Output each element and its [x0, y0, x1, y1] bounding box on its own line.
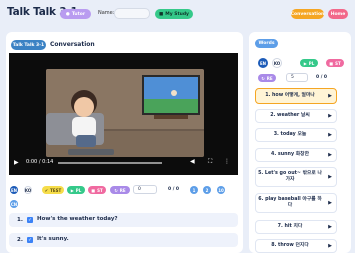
word-item[interactable]: 4. sunny 화창한 ▶	[255, 148, 337, 162]
word-item[interactable]: 5. Let's go out~ 밖으로 나가자 ▶	[255, 167, 337, 187]
conversation-button[interactable]: Conversation	[291, 9, 324, 19]
words-tag: Words	[255, 39, 278, 48]
sentence-text: How's the weather today?	[37, 216, 118, 222]
video-time: 0:00 / 0:14	[26, 159, 54, 165]
words-re-button[interactable]: ↻ RE	[258, 74, 276, 82]
lesson-tag: Talk Talk 3-1	[11, 40, 46, 50]
words-pl-label: PL	[308, 60, 315, 66]
word-text: 5. Let's go out~ 밖으로 나가자	[258, 171, 322, 182]
words-st-button[interactable]: ■ ST	[326, 59, 344, 67]
word-item[interactable]: 1. how 어떻게, 얼마나 ▶	[255, 88, 337, 104]
video-frame	[46, 69, 204, 157]
play-icon-small: ▶	[70, 187, 74, 193]
name-label: Name:	[98, 10, 115, 16]
stop-icon: ■	[329, 60, 334, 66]
pl-label: PL	[75, 187, 82, 193]
word-item[interactable]: 2. weather 날씨 ▶	[255, 109, 337, 123]
video-progress[interactable]	[58, 162, 162, 164]
word-text: 7. hit 치다	[277, 224, 303, 229]
test-button[interactable]: ✔ TEST	[42, 186, 64, 194]
step-10-button[interactable]: 10	[217, 186, 225, 194]
repeat-count-input[interactable]: 0	[133, 185, 157, 194]
word-text: 4. sunny 화창한	[271, 152, 309, 157]
ko-toggle[interactable]: KO	[24, 186, 32, 194]
video-scene-image	[46, 69, 204, 157]
home-button[interactable]: Home	[328, 9, 348, 19]
words-repeat-input[interactable]: 5	[286, 73, 308, 82]
play-icon[interactable]: ▶	[324, 174, 336, 180]
re-label: RE	[119, 187, 126, 193]
words-score-text: 0 / 0	[316, 75, 328, 80]
st-button[interactable]: ■ ST	[88, 186, 106, 194]
play-icon[interactable]: ▶	[324, 93, 336, 99]
words-ko-toggle[interactable]: KO	[272, 58, 282, 68]
more-options-icon[interactable]: ⋮	[224, 158, 230, 165]
sentence-number: 2.	[17, 237, 23, 243]
stop-icon: ■	[91, 187, 96, 193]
my-study-button[interactable]: ■ My Study	[155, 9, 193, 19]
test-label: TEST	[50, 187, 62, 193]
play-icon[interactable]: ▶	[324, 224, 336, 230]
play-icon[interactable]: ▶	[324, 132, 336, 138]
pl-button[interactable]: ▶ PL	[67, 186, 85, 194]
name-input[interactable]	[114, 8, 150, 19]
repeat-icon: ↻	[114, 187, 118, 193]
tutor-label: Tutor	[71, 11, 86, 17]
book-icon: ■	[159, 11, 164, 17]
word-text: 2. weather 날씨	[270, 113, 310, 118]
words-pl-button[interactable]: ▶ PL	[300, 59, 318, 67]
play-icon[interactable]: ▶	[324, 200, 336, 206]
words-re-label: RE	[266, 75, 273, 81]
play-icon[interactable]: ▶	[14, 159, 19, 166]
check-icon[interactable]: ✓	[27, 237, 33, 243]
sentence-number: 1.	[17, 217, 23, 223]
word-text: 1. how 어떻게, 얼마나	[265, 93, 315, 98]
words-en-toggle[interactable]: EN	[258, 58, 268, 68]
my-study-label: My Study	[165, 11, 189, 17]
words-st-label: ST	[335, 60, 341, 66]
word-item[interactable]: 3. today 오늘 ▶	[255, 128, 337, 142]
tutor-icon: ●	[65, 11, 70, 17]
cn-toggle[interactable]: CN	[10, 200, 18, 208]
play-icon[interactable]: ▶	[324, 113, 336, 119]
play-icon[interactable]: ▶	[324, 243, 336, 249]
word-text: 8. throw 던지다	[271, 243, 309, 248]
volume-icon[interactable]: ◀	[190, 158, 195, 165]
word-item[interactable]: 8. throw 던지다 ▶	[255, 239, 337, 253]
step-2-button[interactable]: 2	[203, 186, 211, 194]
lesson-heading: Conversation	[50, 41, 95, 48]
play-icon[interactable]: ▶	[324, 152, 336, 158]
tutor-button[interactable]: ● Tutor	[60, 9, 91, 19]
word-item[interactable]: 7. hit 치다 ▶	[255, 220, 337, 234]
test-icon: ✔	[44, 187, 49, 193]
re-button[interactable]: ↻ RE	[110, 186, 130, 194]
check-icon[interactable]: ✓	[27, 217, 33, 223]
en-toggle[interactable]: EN	[10, 186, 18, 194]
sentence-text: It's sunny.	[37, 236, 69, 242]
st-label: ST	[97, 187, 103, 193]
word-item[interactable]: 6. play baseball 야구를 하다 ▶	[255, 193, 337, 213]
step-1-button[interactable]: 1	[190, 186, 198, 194]
word-text: 3. today 오늘	[273, 132, 307, 137]
repeat-icon: ↻	[261, 75, 265, 81]
fullscreen-icon[interactable]: ⛶	[208, 158, 212, 166]
word-text: 6. play baseball 야구를 하다	[258, 197, 322, 208]
score-text: 0 / 0	[168, 187, 180, 192]
play-icon-small: ▶	[303, 60, 307, 66]
